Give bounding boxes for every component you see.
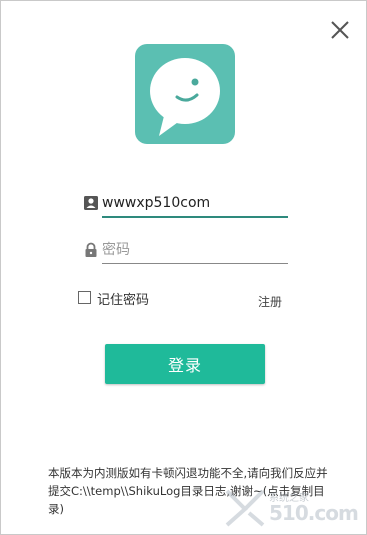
- password-input[interactable]: [102, 238, 288, 262]
- user-card-icon: [84, 196, 98, 210]
- login-window: 记住密码 注册 登录 本版本为内测版如有卡顿闪退功能不全,请向我们反应并提交C:…: [0, 0, 367, 535]
- watermark: 系统之家 510.com: [223, 485, 363, 531]
- remember-password-checkbox[interactable]: [78, 291, 91, 304]
- username-underline: [102, 216, 288, 218]
- watermark-number: 510.com: [269, 501, 359, 525]
- close-button[interactable]: [327, 17, 353, 43]
- watermark-logo-icon: [225, 489, 265, 527]
- app-logo: [135, 44, 235, 144]
- register-link[interactable]: 注册: [258, 293, 282, 310]
- lock-icon: [85, 242, 97, 257]
- password-field: [83, 238, 288, 264]
- username-field: [83, 191, 288, 218]
- remember-password-label: 记住密码: [97, 293, 150, 308]
- chat-bubble-smile-icon: [150, 58, 220, 136]
- close-icon: [331, 21, 349, 39]
- username-input[interactable]: [102, 191, 288, 215]
- login-button[interactable]: 登录: [105, 344, 265, 384]
- password-underline: [102, 263, 288, 264]
